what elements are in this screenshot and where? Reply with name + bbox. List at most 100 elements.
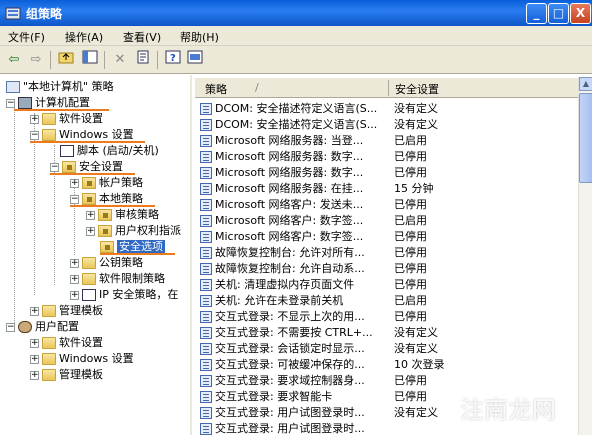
minimize-button[interactable]: _ xyxy=(526,3,547,24)
sort-indicator-icon: / xyxy=(255,81,259,94)
help-icon[interactable]: ? xyxy=(163,50,183,70)
policy-setting: 已停用 xyxy=(394,310,427,323)
list-item[interactable]: 故障恢复控制台: 允许自动系... 已停用 xyxy=(198,261,578,277)
policy-name: Microsoft 网络服务器: 当登... xyxy=(215,134,364,147)
list-item[interactable]: Microsoft 网络服务器: 数字... 已停用 xyxy=(198,149,578,165)
tree-node-user-configuration[interactable]: − 用户配置 xyxy=(6,319,79,335)
menu-help[interactable]: 帮助(H) xyxy=(180,29,219,45)
policy-item-icon xyxy=(200,231,212,243)
policy-setting: 已停用 xyxy=(394,230,427,243)
computer-icon xyxy=(18,97,32,109)
menu-view[interactable]: 查看(V) xyxy=(123,29,161,45)
expand-icon[interactable]: + xyxy=(30,306,39,316)
policy-name: DCOM: 安全描述符定义语言(S... xyxy=(215,118,378,131)
list-item[interactable]: 交互式登录: 可被缓冲保存的... 10 次登录 xyxy=(198,357,578,373)
list-item[interactable]: 交互式登录: 不显示上次的用... 已停用 xyxy=(198,309,578,325)
collapse-icon[interactable]: − xyxy=(6,322,15,332)
maximize-button[interactable]: □ xyxy=(548,3,569,24)
tree-node-ip-security-policies[interactable]: + IP 安全策略，在 xyxy=(70,287,178,303)
column-header-policy[interactable]: 策略 xyxy=(205,81,227,97)
expand-icon[interactable]: + xyxy=(86,226,95,236)
policy-item-icon xyxy=(200,391,212,403)
tree-node-account-policies[interactable]: + 帐户策略 xyxy=(70,175,143,191)
policy-setting: 已停用 xyxy=(394,246,427,259)
up-folder-icon[interactable] xyxy=(56,50,76,70)
list-item[interactable]: Microsoft 网络服务器: 数字... 已停用 xyxy=(198,165,578,181)
list-item[interactable]: Microsoft 网络客户: 发送未... 已停用 xyxy=(198,197,578,213)
policy-item-icon xyxy=(200,423,212,435)
list-item[interactable]: DCOM: 安全描述符定义语言(S... 没有定义 xyxy=(198,101,578,117)
list-item[interactable]: Microsoft 网络客户: 数字签... 已启用 xyxy=(198,213,578,229)
expand-icon[interactable]: + xyxy=(30,114,39,124)
policy-item-icon xyxy=(200,199,212,211)
tree-pane: "本地计算机" 策略 − 计算机配置 + 软件设置 − Windows 设置 脚本 (… xyxy=(0,75,192,435)
vertical-scrollbar[interactable]: ▲ xyxy=(578,77,592,435)
list-item[interactable]: 交互式登录: 要求域控制器身... 已停用 xyxy=(198,373,578,389)
tree-node-user-windows-settings[interactable]: + Windows 设置 xyxy=(30,351,134,367)
list-item[interactable]: 关机: 允许在未登录前关机 已启用 xyxy=(198,293,578,309)
policy-setting: 已停用 xyxy=(394,278,427,291)
expand-icon[interactable]: + xyxy=(30,354,39,364)
window-title: 组策略 xyxy=(26,7,63,21)
back-icon[interactable]: ⇦ xyxy=(4,50,24,70)
expand-icon[interactable]: + xyxy=(70,274,79,284)
properties-icon[interactable] xyxy=(133,50,153,70)
policy-setting: 已启用 xyxy=(394,134,427,147)
expand-icon[interactable]: + xyxy=(30,370,39,380)
list-item[interactable]: 关机: 清理虚拟内存页面文件 已停用 xyxy=(198,277,578,293)
tree-node-user-rights-assignment[interactable]: + 用户权利指派 xyxy=(86,223,181,239)
list-item[interactable]: Microsoft 网络服务器: 当登... 已启用 xyxy=(198,133,578,149)
expand-icon[interactable]: + xyxy=(70,258,79,268)
policy-name: 交互式登录: 要求域控制器身... xyxy=(215,374,365,387)
scroll-thumb[interactable] xyxy=(579,93,592,183)
collapse-icon[interactable]: − xyxy=(50,162,59,172)
tree-node-audit-policy[interactable]: + 审核策略 xyxy=(86,207,159,223)
menu-file[interactable]: 文件(F) xyxy=(8,29,45,45)
scroll-up-icon[interactable]: ▲ xyxy=(579,77,592,91)
show-hide-tree-icon[interactable] xyxy=(80,50,100,70)
policy-name: 关机: 允许在未登录前关机 xyxy=(215,294,344,307)
expand-icon[interactable]: + xyxy=(30,338,39,348)
policy-name: Microsoft 网络客户: 数字签... xyxy=(215,214,364,227)
policy-item-icon xyxy=(200,263,212,275)
list-item[interactable]: 交互式登录: 不需要按 CTRL+... 没有定义 xyxy=(198,325,578,341)
column-divider[interactable] xyxy=(388,80,389,96)
list-item[interactable]: Microsoft 网络客户: 数字签... 已停用 xyxy=(198,229,578,245)
list-item[interactable]: Microsoft 网络服务器: 在挂... 15 分钟 xyxy=(198,181,578,197)
tree-node-local-computer-policy[interactable]: "本地计算机" 策略 xyxy=(6,79,114,95)
folder-icon xyxy=(42,305,56,317)
collapse-icon[interactable]: − xyxy=(6,98,15,108)
expand-icon[interactable]: + xyxy=(86,210,95,220)
tree-node-administrative-templates[interactable]: + 管理模板 xyxy=(30,303,103,319)
policy-setting: 已停用 xyxy=(394,262,427,275)
expand-icon[interactable]: + xyxy=(70,290,79,300)
menu-action[interactable]: 操作(A) xyxy=(65,29,103,45)
toolbar: ⇦ ⇨ ✕ ? xyxy=(0,46,592,74)
tree-node-software-restriction-policies[interactable]: + 软件限制策略 xyxy=(70,271,165,287)
policy-name: 交互式登录: 不需要按 CTRL+... xyxy=(215,326,373,339)
close-button[interactable]: X xyxy=(570,3,591,24)
tree-node-software-settings[interactable]: + 软件设置 xyxy=(30,111,103,127)
console-icon[interactable] xyxy=(185,50,205,70)
policy-setting: 已启用 xyxy=(394,294,427,307)
toolbar-divider xyxy=(157,51,158,69)
column-header-setting[interactable]: 安全设置 xyxy=(395,81,439,97)
policy-icon xyxy=(6,81,20,93)
tree-node-user-software-settings[interactable]: + 软件设置 xyxy=(30,335,103,351)
forward-icon[interactable]: ⇨ xyxy=(26,50,46,70)
policy-setting: 已停用 xyxy=(394,198,427,211)
policy-item-icon xyxy=(200,279,212,291)
policy-setting: 15 分钟 xyxy=(394,182,434,195)
tree-node-scripts[interactable]: 脚本 (启动/关机) xyxy=(60,143,159,159)
tree-node-user-administrative-templates[interactable]: + 管理模板 xyxy=(30,367,103,383)
expand-icon[interactable]: + xyxy=(70,178,79,188)
tree-node-public-key-policies[interactable]: + 公钥策略 xyxy=(70,255,143,271)
collapse-icon[interactable]: − xyxy=(30,130,39,140)
list-item[interactable]: 故障恢复控制台: 允许对所有... 已停用 xyxy=(198,245,578,261)
policy-item-icon xyxy=(200,311,212,323)
policy-item-icon xyxy=(200,327,212,339)
collapse-icon[interactable]: − xyxy=(70,194,79,204)
list-item[interactable]: 交互式登录: 会话锁定时显示... 没有定义 xyxy=(198,341,578,357)
delete-icon[interactable]: ✕ xyxy=(110,50,130,70)
list-item[interactable]: DCOM: 安全描述符定义语言(S... 没有定义 xyxy=(198,117,578,133)
